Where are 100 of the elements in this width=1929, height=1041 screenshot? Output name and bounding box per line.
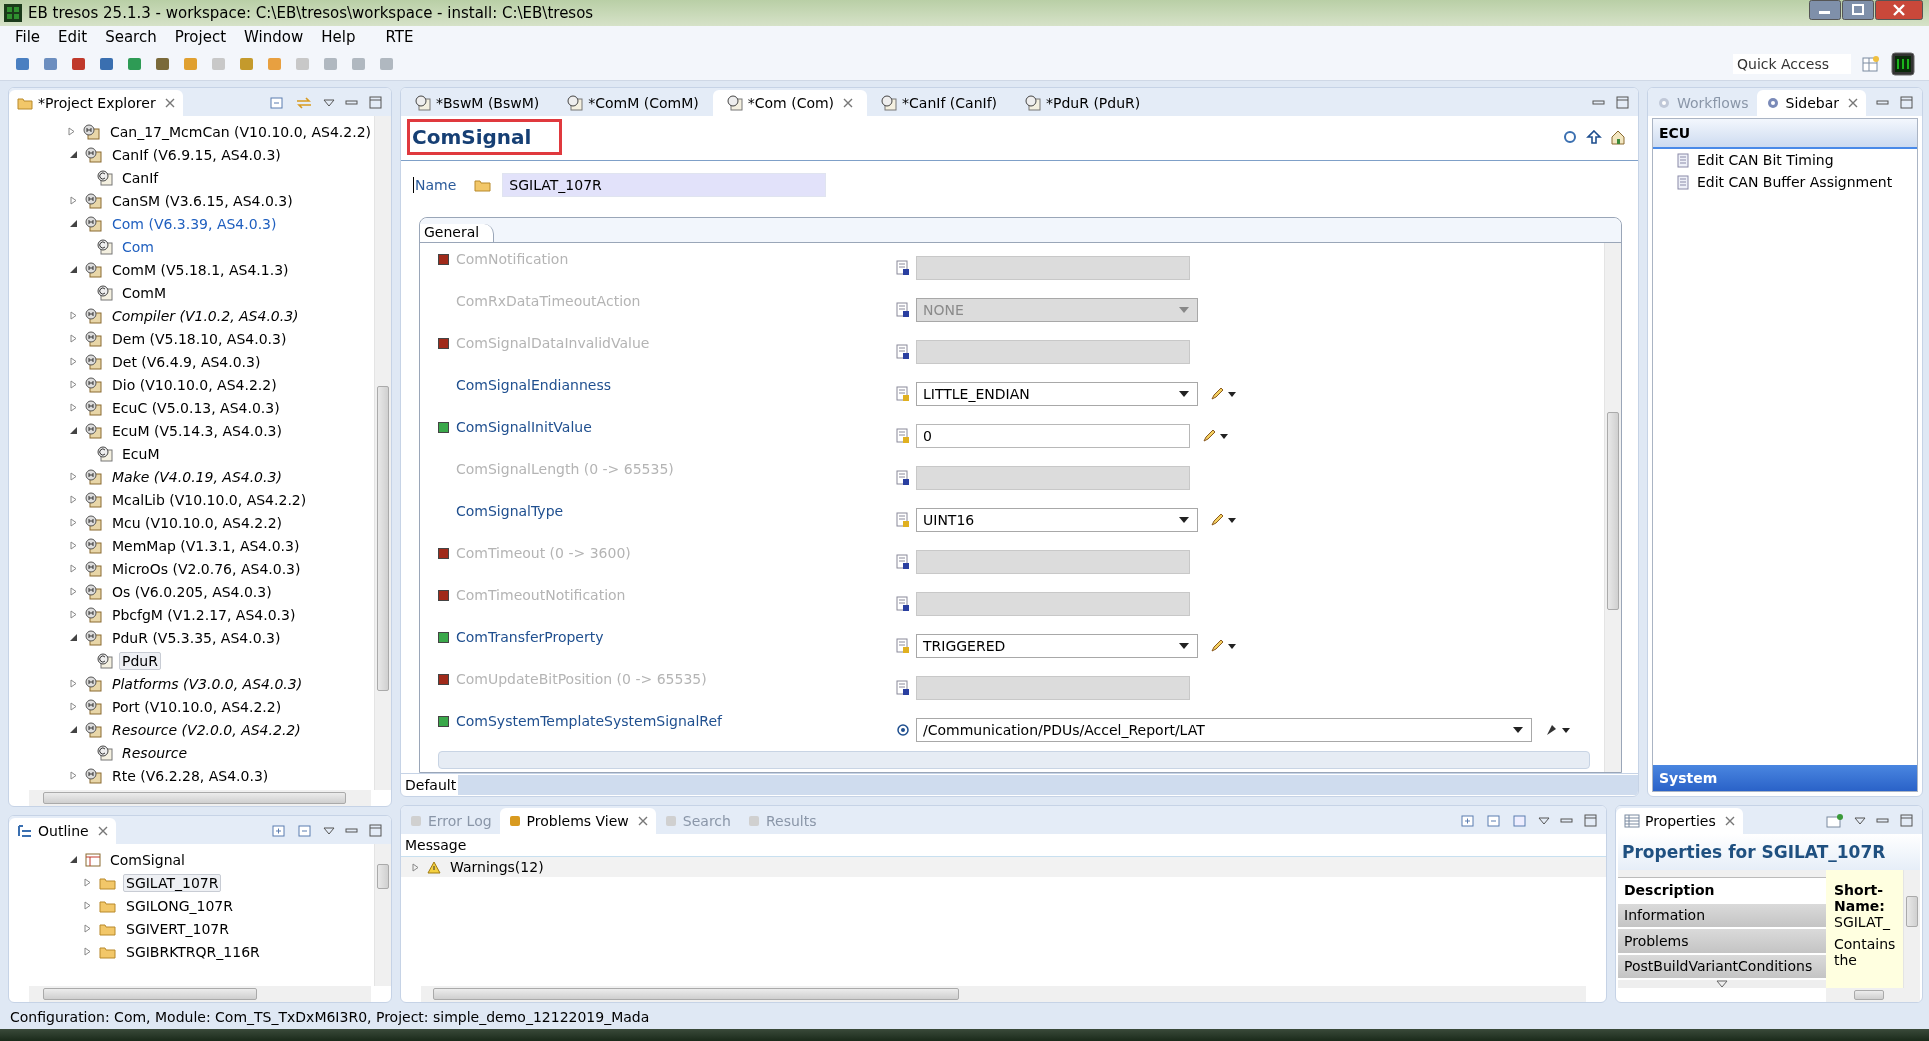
tree-item[interactable]: Mcu (V10.10.0, AS4.2.2) — [109, 513, 286, 532]
vertical-scrollbar[interactable] — [374, 844, 391, 986]
link-icon[interactable] — [295, 96, 313, 110]
toolbar-icon[interactable] — [42, 55, 60, 73]
menu-item[interactable]: File — [6, 28, 50, 46]
tree-item[interactable]: McalLib (V10.10.0, AS4.2.2) — [109, 490, 310, 509]
tree-item[interactable]: Os (V6.0.205, AS4.0.3) — [109, 582, 275, 601]
minimize-icon[interactable] — [1809, 0, 1841, 20]
group-header[interactable]: ECU — [1653, 119, 1917, 149]
expand-toggle-icon[interactable] — [68, 334, 78, 343]
enable-marker[interactable] — [438, 337, 449, 349]
tree-item[interactable]: ComM — [119, 283, 170, 302]
reference-dropdown[interactable]: /Communication/PDUs/Accel_Report/LAT — [916, 718, 1532, 742]
properties-tab[interactable]: Properties — [1616, 808, 1743, 834]
tree-item[interactable]: Com (V6.3.39, AS4.0.3) — [109, 214, 280, 233]
expand-toggle-icon[interactable] — [68, 587, 78, 596]
tree-item[interactable]: Resource — [119, 743, 191, 762]
vertical-scrollbar[interactable] — [374, 116, 391, 790]
pin-icon[interactable] — [1826, 814, 1844, 828]
expand-toggle-icon[interactable] — [82, 924, 92, 933]
view-menu-icon[interactable] — [1854, 816, 1866, 826]
expand-toggle-icon[interactable] — [82, 878, 92, 887]
tree-item[interactable]: EcuM — [119, 444, 163, 463]
toolbar-icon[interactable] — [126, 55, 144, 73]
tree-item[interactable]: MicroOs (V2.0.76, AS4.0.3) — [109, 559, 304, 578]
tree-item[interactable]: Dem (V5.18.10, AS4.0.3) — [109, 329, 290, 348]
vertical-scrollbar[interactable] — [1903, 870, 1920, 988]
minimize-icon[interactable] — [1592, 98, 1606, 108]
enable-marker[interactable] — [438, 631, 449, 643]
tree-item[interactable]: Com — [119, 237, 157, 256]
enable-marker[interactable] — [438, 673, 449, 685]
tree-item[interactable]: Compiler (V1.0.2, AS4.0.3) — [109, 306, 302, 325]
tree-item[interactable]: SGIBRKTRQR_116R — [123, 942, 263, 961]
value-field[interactable]: 0 — [916, 424, 1190, 448]
scroll-down-icon[interactable] — [1716, 980, 1728, 989]
group-header[interactable]: System — [1653, 765, 1917, 791]
pencil-menu-icon[interactable] — [1210, 513, 1238, 527]
view-menu-icon[interactable] — [1538, 816, 1550, 826]
value-dropdown[interactable]: TRIGGERED — [916, 634, 1198, 658]
name-field[interactable]: SGILAT_107R — [502, 173, 827, 197]
maximize-icon[interactable] — [1900, 96, 1914, 110]
expand-toggle-icon[interactable] — [68, 495, 78, 504]
tool-menu-icon[interactable] — [1544, 723, 1572, 737]
tree-item[interactable]: PduR — [119, 651, 161, 670]
collapse-toggle-icon[interactable] — [68, 426, 78, 435]
expand-toggle-icon[interactable] — [67, 127, 77, 136]
expand-toggle-icon[interactable] — [68, 357, 78, 366]
minimize-icon[interactable] — [1876, 98, 1890, 108]
menu-item[interactable]: Window — [235, 28, 313, 46]
expand-toggle-icon[interactable] — [68, 311, 78, 320]
outline-tab[interactable]: Outline — [9, 818, 116, 844]
tree-item[interactable]: CanIf (V6.9.15, AS4.0.3) — [109, 145, 284, 164]
menu-item[interactable]: Search — [96, 28, 166, 46]
tree-item[interactable]: ComM (V5.18.1, AS4.1.3) — [109, 260, 292, 279]
minimize-icon[interactable] — [1876, 816, 1890, 826]
maximize-icon[interactable] — [1900, 814, 1914, 828]
tree-item[interactable]: Platforms (V3.0.0, AS4.0.3) — [109, 674, 306, 693]
enable-marker[interactable] — [438, 253, 449, 265]
project-explorer-tab[interactable]: *Project Explorer — [9, 90, 183, 116]
toolbar-icon[interactable] — [182, 55, 200, 73]
tree-item[interactable]: SGIVERT_107R — [123, 919, 232, 938]
maximize-icon[interactable] — [369, 824, 383, 838]
collapse-toggle-icon[interactable] — [68, 633, 78, 642]
expand-toggle-icon[interactable] — [68, 518, 78, 527]
tree-item[interactable]: SGILAT_107R — [123, 873, 222, 892]
expand-all-icon[interactable] — [1460, 814, 1476, 828]
expand-toggle-icon[interactable] — [68, 472, 78, 481]
toolbar-icon[interactable] — [14, 55, 32, 73]
section-tab[interactable]: General — [420, 224, 495, 242]
expand-toggle-icon[interactable] — [68, 196, 78, 205]
expand-toggle-icon[interactable] — [68, 610, 78, 619]
dropdown-arrow-icon[interactable] — [1179, 391, 1189, 397]
close-icon[interactable] — [1724, 816, 1735, 826]
horizontal-scrollbar[interactable] — [421, 986, 1586, 1002]
maximize-icon[interactable] — [1842, 0, 1874, 20]
tree-item[interactable]: EcuM (V5.14.3, AS4.0.3) — [109, 421, 285, 440]
toolbar-icon[interactable] — [70, 55, 88, 73]
toolbar-icon[interactable] — [154, 55, 172, 73]
tree-item[interactable]: SGILONG_107R — [123, 896, 236, 915]
enable-marker[interactable] — [438, 715, 449, 727]
tree-item[interactable]: CanSM (V3.6.15, AS4.0.3) — [109, 191, 296, 210]
view-menu-icon[interactable] — [323, 98, 335, 108]
tree-item[interactable]: Rte (V6.2.28, AS4.0.3) — [109, 766, 272, 785]
reference-icon[interactable] — [1562, 129, 1578, 145]
tree-item[interactable]: MemMap (V1.3.1, AS4.0.3) — [109, 536, 303, 555]
sidebar-link[interactable]: Edit CAN Bit Timing — [1697, 152, 1834, 168]
expand-toggle-icon[interactable] — [68, 380, 78, 389]
dropdown-arrow-icon[interactable] — [1179, 643, 1189, 649]
category-tab[interactable]: Information — [1618, 903, 1826, 930]
close-icon[interactable] — [637, 816, 648, 826]
category-tab[interactable]: Problems — [1618, 929, 1826, 955]
enable-marker[interactable] — [438, 421, 449, 433]
perspective-icon[interactable] — [1861, 54, 1881, 74]
collapse-toggle-icon[interactable] — [68, 855, 78, 864]
close-icon[interactable] — [1875, 0, 1923, 20]
dropdown-arrow-icon[interactable] — [1179, 517, 1189, 523]
editor-tab[interactable]: *CanIf (CanIf) — [867, 90, 1012, 116]
value-dropdown[interactable]: UINT16 — [916, 508, 1198, 532]
pencil-menu-icon[interactable] — [1210, 387, 1238, 401]
close-icon[interactable] — [843, 98, 854, 108]
